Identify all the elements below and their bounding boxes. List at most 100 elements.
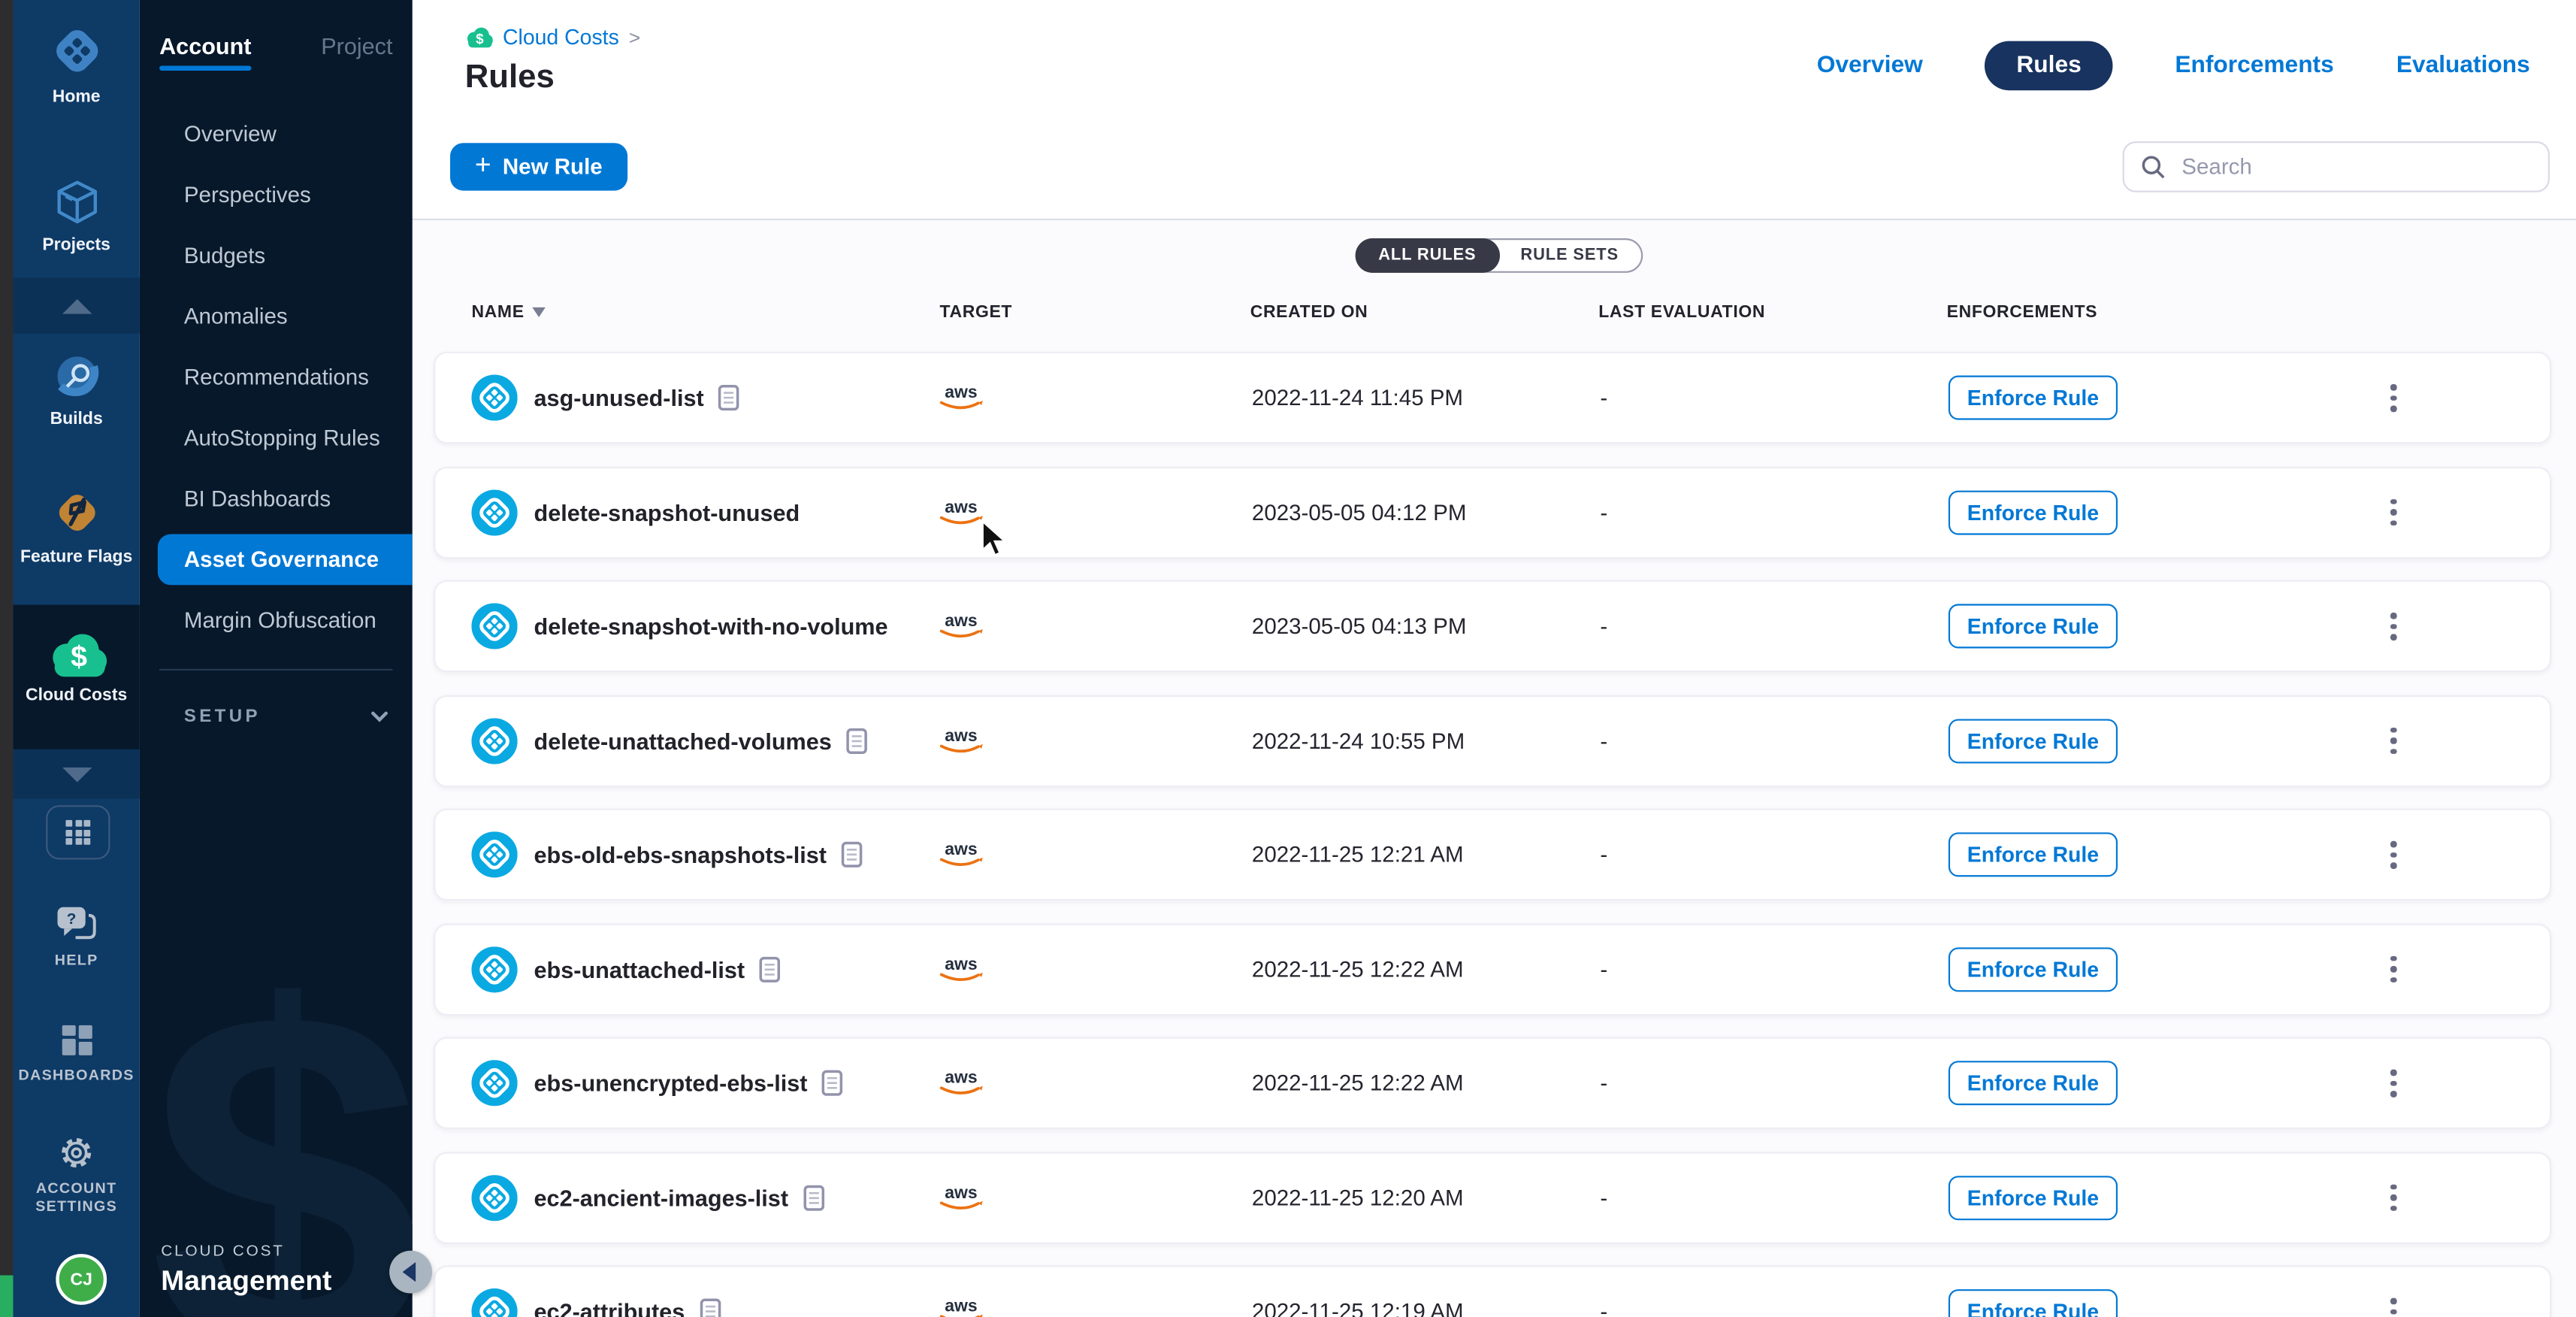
rule-name[interactable]: ebs-unattached-list (534, 955, 782, 982)
setup-section-toggle[interactable]: SETUP (140, 692, 413, 741)
enforce-rule-button[interactable]: Enforce Rule (1949, 1061, 2118, 1105)
cloud-costs-icon: $ (47, 631, 106, 677)
sidebar-collapse-button[interactable] (389, 1251, 432, 1294)
description-icon[interactable] (842, 841, 863, 867)
feature-flags-icon (50, 486, 103, 539)
rule-icon (471, 489, 517, 534)
row-menu-button[interactable] (2384, 1291, 2402, 1317)
description-icon[interactable] (718, 385, 739, 411)
nav-scroll-up[interactable] (13, 277, 139, 333)
table-row[interactable]: delete-snapshot-unused aws 2023-05-05 04… (434, 466, 2551, 558)
table-row[interactable]: delete-snapshot-with-no-volume aws 2023-… (434, 580, 2551, 672)
harness-home-icon (48, 23, 104, 79)
submenu-item-asset-governance[interactable]: Asset Governance (158, 534, 413, 586)
toggle-all-rules[interactable]: ALL RULES (1356, 238, 1499, 273)
new-rule-button[interactable]: + New Rule (450, 143, 627, 190)
column-header-created-on: CREATED ON (1250, 302, 1368, 322)
tab-project[interactable]: Project (321, 33, 392, 71)
rule-name[interactable]: delete-snapshot-with-no-volume (534, 613, 888, 639)
enforce-rule-button[interactable]: Enforce Rule (1949, 946, 2118, 991)
rules-filter-toggle: ALL RULES RULE SETS (1356, 238, 1643, 273)
last-evaluation: - (1600, 728, 1607, 752)
user-avatar[interactable]: CJ (56, 1254, 107, 1305)
row-menu-button[interactable] (2384, 834, 2402, 875)
breadcrumb-cloud-costs-link[interactable]: Cloud Costs (503, 25, 619, 50)
tab-evaluations[interactable]: Evaluations (2396, 53, 2530, 79)
cloud-costs-icon: $ (465, 26, 493, 47)
row-menu-button[interactable] (2384, 720, 2402, 761)
enforce-rule-button[interactable]: Enforce Rule (1949, 604, 2118, 648)
window-edge (0, 0, 13, 1317)
row-menu-button[interactable] (2384, 377, 2402, 418)
table-row[interactable]: ebs-unencrypted-ebs-list aws 2022-11-25 … (434, 1037, 2551, 1129)
sidebar-item-help[interactable]: ? HELP (13, 904, 139, 970)
rule-name[interactable]: ec2-ancient-images-list (534, 1184, 825, 1210)
row-menu-button[interactable] (2384, 606, 2402, 646)
table-row[interactable]: asg-unused-list aws 2022-11-24 11:45 PM … (434, 352, 2551, 444)
submenu-item-perspectives[interactable]: Perspectives (140, 165, 413, 226)
aws-logo-icon: aws (936, 382, 986, 413)
submenu-item-bi-dashboards[interactable]: BI Dashboards (140, 468, 413, 529)
rule-name[interactable]: asg-unused-list (534, 385, 740, 411)
tab-enforcements[interactable]: Enforcements (2175, 53, 2333, 79)
module-footer-title: Management (161, 1264, 331, 1297)
row-menu-button[interactable] (2384, 492, 2402, 532)
table-row[interactable]: ec2-ancient-images-list aws 2022-11-25 1… (434, 1151, 2551, 1243)
sidebar-item-feature-flags[interactable]: Feature Flags (13, 486, 139, 569)
submenu-item-autostopping-rules[interactable]: AutoStopping Rules (140, 407, 413, 468)
table-row[interactable]: ebs-old-ebs-snapshots-list aws 2022-11-2… (434, 809, 2551, 901)
sidebar-item-label: HELP (55, 952, 98, 970)
row-menu-button[interactable] (2384, 1063, 2402, 1104)
description-icon[interactable] (803, 1184, 824, 1210)
submenu-item-anomalies[interactable]: Anomalies (140, 286, 413, 347)
description-icon[interactable] (846, 727, 867, 753)
table-row[interactable]: ebs-unattached-list aws 2022-11-25 12:22… (434, 923, 2551, 1015)
submenu-item-recommendations[interactable]: Recommendations (140, 347, 413, 407)
submenu-item-budgets[interactable]: Budgets (140, 226, 413, 286)
nav-scroll-down[interactable] (13, 749, 139, 799)
sidebar-item-cloud-costs[interactable]: $ Cloud Costs (13, 631, 139, 707)
sidebar-item-projects[interactable]: Projects (13, 177, 139, 256)
enforce-rule-button[interactable]: Enforce Rule (1949, 832, 2118, 876)
enforce-rule-button[interactable]: Enforce Rule (1949, 1175, 2118, 1219)
window-edge-accent (0, 1274, 13, 1317)
column-header-name[interactable]: NAME (471, 302, 546, 322)
sidebar-item-dashboards[interactable]: DASHBOARDS (13, 1022, 139, 1085)
tab-overview[interactable]: Overview (1817, 53, 1923, 79)
sidebar-item-account-settings[interactable]: ACCOUNT SETTINGS (13, 1134, 139, 1216)
toggle-rule-sets[interactable]: RULE SETS (1498, 240, 1642, 271)
description-icon[interactable] (760, 955, 781, 982)
new-rule-label: New Rule (503, 155, 603, 180)
all-modules-button[interactable] (46, 805, 110, 859)
rule-name[interactable]: ebs-unencrypted-ebs-list (534, 1070, 844, 1096)
tab-rules[interactable]: Rules (1985, 41, 2112, 91)
sidebar-item-home[interactable]: Home (13, 23, 139, 109)
submenu-item-overview[interactable]: Overview (140, 104, 413, 165)
sidebar-item-builds[interactable]: Builds (13, 352, 139, 431)
last-evaluation: - (1600, 1070, 1607, 1095)
enforce-rule-button[interactable]: Enforce Rule (1949, 718, 2118, 762)
row-menu-button[interactable] (2384, 1177, 2402, 1218)
sidebar-item-label: Cloud Costs (26, 686, 127, 707)
row-menu-button[interactable] (2384, 949, 2402, 989)
enforce-rule-button[interactable]: Enforce Rule (1949, 1289, 2118, 1317)
svg-text:aws: aws (945, 1296, 977, 1315)
avatar-initials: CJ (71, 1270, 92, 1289)
svg-text:aws: aws (945, 382, 977, 401)
created-on: 2022-11-25 12:22 AM (1252, 1070, 1464, 1095)
description-icon[interactable] (822, 1070, 843, 1096)
tab-account[interactable]: Account (159, 33, 251, 71)
enforce-rule-button[interactable]: Enforce Rule (1949, 376, 2118, 420)
table-row[interactable]: delete-unattached-volumes aws 2022-11-24… (434, 695, 2551, 786)
rule-name[interactable]: ebs-old-ebs-snapshots-list (534, 841, 863, 867)
enforce-rule-button[interactable]: Enforce Rule (1949, 489, 2118, 534)
table-row[interactable]: ec2-attributes aws 2022-11-25 12:19 AM -… (434, 1265, 2551, 1317)
rule-name[interactable]: delete-snapshot-unused (534, 499, 800, 525)
search-input[interactable] (2178, 153, 2532, 180)
description-icon[interactable] (700, 1298, 721, 1317)
svg-text:aws: aws (945, 496, 977, 516)
chevron-left-icon (403, 1262, 416, 1282)
rule-name[interactable]: ec2-attributes (534, 1298, 721, 1317)
submenu-item-margin-obfuscation[interactable]: Margin Obfuscation (140, 590, 413, 651)
rule-name[interactable]: delete-unattached-volumes (534, 727, 868, 753)
